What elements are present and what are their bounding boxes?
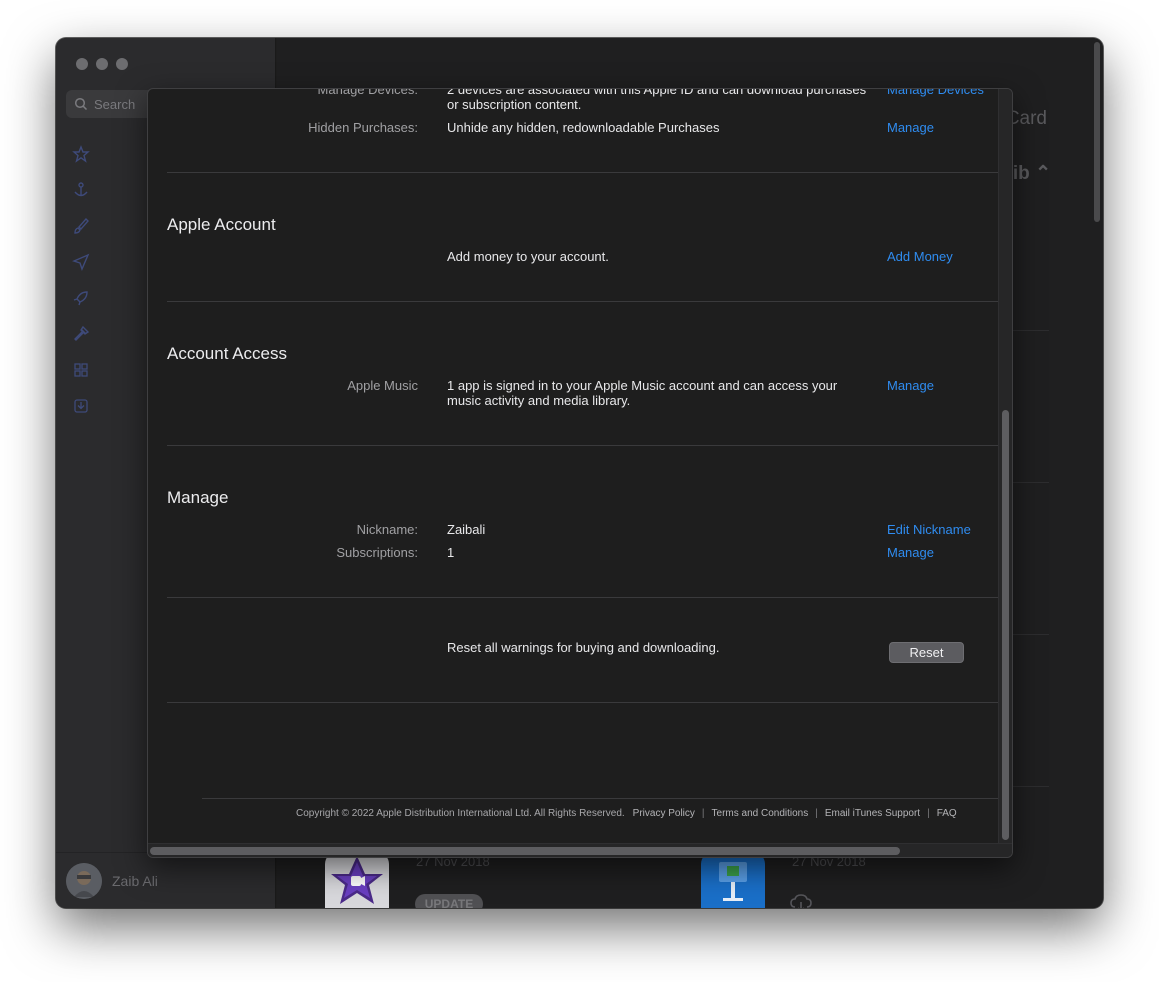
hidden-purchases-manage-link[interactable]: Manage [887, 120, 934, 135]
footer: Copyright © 2022 Apple Distribution Inte… [296, 808, 957, 819]
section-divider [167, 172, 999, 173]
footer-separator: | [815, 808, 818, 819]
copyright-text: Copyright © 2022 Apple Distribution Inte… [296, 808, 625, 819]
horizontal-scrollbar[interactable] [148, 843, 1012, 857]
section-divider [167, 301, 999, 302]
background-account-selector[interactable]: ib ⌃ [1013, 162, 1051, 185]
manage-title: Manage [167, 488, 229, 507]
section-divider [167, 445, 999, 446]
window-controls [76, 58, 128, 70]
privacy-policy-link[interactable]: Privacy Policy [633, 808, 695, 819]
manage-devices-link[interactable]: Manage Devices [887, 89, 984, 97]
subscriptions-manage-link[interactable]: Manage [887, 545, 934, 560]
footer-divider [202, 798, 999, 799]
minimize-window-button[interactable] [96, 58, 108, 70]
subscriptions-value: 1 [447, 545, 455, 560]
reset-button[interactable]: Reset [889, 642, 964, 663]
imovie-app-icon[interactable] [325, 852, 389, 908]
cloud-download-icon[interactable] [790, 894, 812, 908]
reset-warnings-text: Reset all warnings for buying and downlo… [447, 640, 720, 655]
section-divider [167, 597, 999, 598]
apple-music-access-text: 1 app is signed in to your Apple Music a… [447, 378, 838, 408]
brush-icon[interactable] [70, 214, 92, 238]
background-scrollbar[interactable] [1094, 42, 1100, 222]
email-support-link[interactable]: Email iTunes Support [825, 808, 920, 819]
apple-account-title: Apple Account [167, 215, 276, 234]
vertical-scroll-thumb[interactable] [1002, 410, 1009, 840]
apple-music-manage-link[interactable]: Manage [887, 378, 934, 393]
section-divider [167, 702, 999, 703]
apple-music-label: Apple Music [347, 378, 418, 393]
hidden-purchases-label: Hidden Purchases: [308, 120, 418, 135]
close-window-button[interactable] [76, 58, 88, 70]
add-money-link[interactable]: Add Money [887, 249, 953, 264]
horizontal-scroll-thumb[interactable] [150, 847, 900, 855]
account-name: Zaib Ali [112, 872, 158, 889]
anchor-icon[interactable] [70, 178, 92, 202]
search-placeholder: Search [94, 96, 136, 112]
hidden-purchases-text: Unhide any hidden, redownloadable Purcha… [447, 120, 720, 135]
keynote-app-icon[interactable] [701, 852, 765, 908]
account-settings-sheet: Manage Devices: 2 devices are associated… [147, 88, 1013, 858]
vertical-scrollbar[interactable] [998, 89, 1012, 844]
sheet-content: Manage Devices: 2 devices are associated… [148, 89, 999, 844]
faq-link[interactable]: FAQ [937, 808, 957, 819]
star-icon[interactable] [70, 142, 92, 166]
subscriptions-label: Subscriptions: [336, 545, 418, 560]
footer-separator: | [701, 808, 705, 819]
account-row[interactable]: Zaib Ali [56, 852, 276, 908]
rocket-icon[interactable] [70, 286, 92, 310]
search-icon [74, 97, 88, 111]
edit-nickname-link[interactable]: Edit Nickname [887, 522, 971, 537]
location-arrow-icon[interactable] [70, 250, 92, 274]
add-money-text: Add money to your account. [447, 249, 609, 264]
manage-devices-label: Manage Devices: [317, 89, 418, 97]
nickname-label: Nickname: [356, 522, 418, 537]
footer-separator: | [927, 808, 930, 819]
sidebar-nav [70, 142, 92, 418]
manage-devices-text: 2 devices are associated with this Apple… [447, 89, 867, 112]
account-access-title: Account Access [167, 344, 288, 363]
download-icon[interactable] [70, 394, 92, 418]
avatar [66, 862, 102, 899]
terms-link[interactable]: Terms and Conditions [712, 808, 809, 819]
grid-icon[interactable] [70, 358, 92, 382]
update-button[interactable]: UPDATE [415, 894, 483, 908]
nickname-value: Zaibali [447, 522, 486, 537]
zoom-window-button[interactable] [116, 58, 128, 70]
hammer-icon[interactable] [70, 322, 92, 346]
